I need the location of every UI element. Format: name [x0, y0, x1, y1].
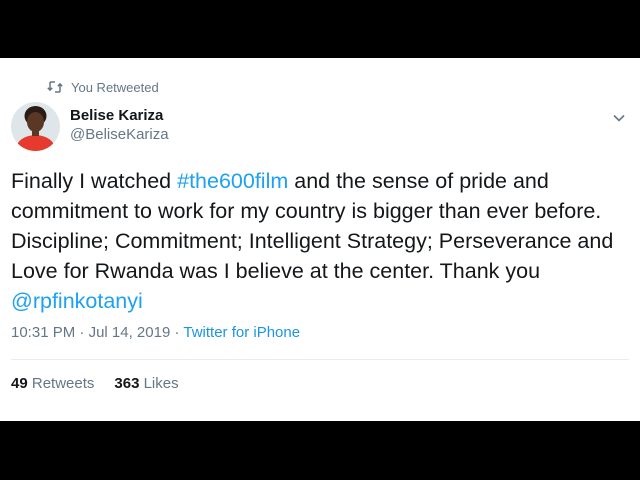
tweet-text-part: Finally I watched — [11, 169, 178, 193]
tweet-text: Finally I watched #the600film and the se… — [11, 166, 633, 316]
retweets-count: 49 — [11, 375, 28, 392]
tweet-source-link[interactable]: Twitter for iPhone — [183, 324, 300, 341]
avatar[interactable] — [11, 102, 60, 151]
likes-stat[interactable]: 363 Likes — [114, 375, 178, 392]
likes-count: 363 — [114, 375, 140, 392]
likes-label: Likes — [143, 375, 179, 392]
tweet-stats: 49 Retweets 363 Likes — [11, 375, 179, 392]
tweet-meta: 10:31 PM · Jul 14, 2019 · Twitter for iP… — [11, 324, 300, 341]
tweet-time[interactable]: 10:31 PM — [11, 324, 75, 341]
divider — [11, 359, 629, 360]
retweet-icon — [47, 81, 63, 93]
mention-link[interactable]: @rpfinkotanyi — [11, 289, 143, 313]
author-name[interactable]: Belise Kariza — [70, 107, 169, 125]
retweets-stat[interactable]: 49 Retweets — [11, 375, 94, 392]
retweet-context[interactable]: You Retweeted — [47, 79, 159, 95]
author-block[interactable]: Belise Kariza @BeliseKariza — [70, 107, 169, 144]
chevron-down-icon[interactable] — [612, 110, 626, 128]
meta-separator: · — [75, 324, 89, 341]
author-handle[interactable]: @BeliseKariza — [70, 125, 169, 144]
hashtag-link[interactable]: #the600film — [177, 169, 288, 193]
retweets-label: Retweets — [31, 375, 95, 392]
retweet-label: You Retweeted — [71, 79, 159, 95]
tweet-card: You Retweeted Belise Kariza @BeliseKariz… — [0, 58, 640, 421]
meta-separator: · — [170, 324, 184, 341]
tweet-date[interactable]: Jul 14, 2019 — [89, 324, 171, 341]
